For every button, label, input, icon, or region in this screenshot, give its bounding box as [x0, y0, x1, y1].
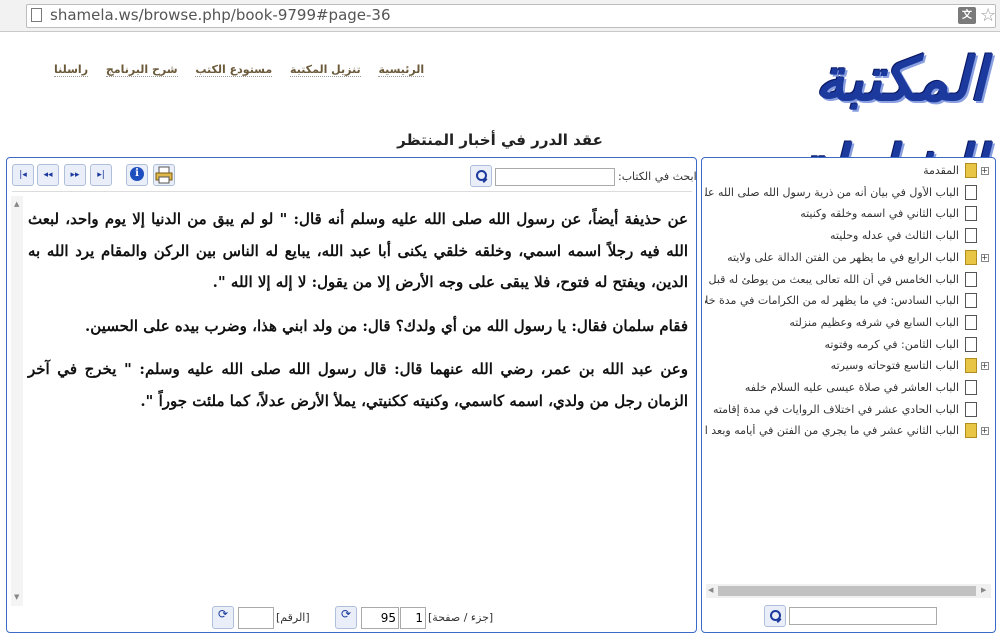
toc-item[interactable]: + المقدمة — [705, 162, 989, 182]
top-nav: الرئيسية تنزيل المكتبة مستودع الكتب شرح … — [40, 63, 425, 77]
folder-icon — [965, 249, 977, 265]
go-to-page-button[interactable]: ⟳ — [335, 606, 357, 629]
page-icon — [965, 380, 977, 395]
juz-page-label: [جزء / صفحة] — [428, 611, 494, 624]
expand-icon[interactable]: + — [981, 167, 989, 175]
number-input[interactable] — [238, 607, 274, 629]
page-icon — [965, 228, 977, 244]
toolbar-divider — [12, 191, 692, 192]
first-page-button[interactable]: |◂ — [12, 164, 34, 186]
toc-item[interactable]: الباب السابع في شرفه وعظيم منزلته — [705, 314, 989, 334]
next-page-button[interactable]: ▸▸ — [64, 164, 86, 186]
toc-item-label[interactable]: الباب الأول في بيان أنه من ذرية رسول الل… — [705, 186, 959, 199]
toc-item-label[interactable]: الباب السادس: في ما يظهر له من الكرامات … — [705, 294, 959, 307]
go-to-number-button[interactable]: ⟳ — [212, 606, 234, 629]
toc-item-label[interactable]: الباب الرابع في ما يظهر من الفتن الدالة … — [727, 251, 959, 264]
nav-contact[interactable]: راسلنا — [54, 63, 89, 77]
toc-item[interactable]: الباب الحادي عشر في اختلاف الروايات في م… — [705, 401, 989, 421]
page-icon — [965, 314, 977, 330]
juz-input[interactable] — [400, 607, 426, 629]
printer-icon — [155, 166, 173, 184]
page-icon — [965, 401, 977, 417]
toc-item[interactable]: الباب العاشر في صلاة عيسى عليه السلام خل… — [705, 379, 989, 399]
refresh-icon: ⟳ — [217, 607, 229, 621]
page-input[interactable] — [361, 607, 399, 629]
toc-search-button[interactable] — [764, 605, 786, 627]
folder-icon — [965, 358, 977, 374]
toc-item[interactable]: الباب الخامس في أن الله تعالى يبعث من يو… — [705, 271, 989, 291]
translate-icon[interactable]: 文 — [958, 7, 976, 24]
toc-item[interactable]: الباب الثالث في عدله وحليته — [705, 227, 989, 247]
bookmark-star-icon[interactable]: ☆ — [980, 5, 996, 26]
info-icon: i — [130, 167, 144, 181]
first-page-icon: |◂ — [19, 170, 27, 180]
text-paragraph: فقام سلمان فقال: يا رسول الله من أي ولدك… — [85, 316, 688, 335]
toc-item-label[interactable]: الباب الثاني في اسمه وخلقه وكنيته — [800, 207, 959, 220]
previous-page-button[interactable]: ◂◂ — [37, 164, 59, 186]
book-search-input[interactable] — [495, 168, 615, 186]
toc-search-input[interactable] — [789, 607, 937, 625]
toc-item-label[interactable]: الباب الثامن: في كرمه وفتوته — [824, 338, 959, 351]
toc-item[interactable]: + الباب الرابع في ما يظهر من الفتن الدالة… — [705, 249, 989, 269]
number-label: [الرقم] — [276, 611, 310, 624]
toc-item[interactable]: + الباب التاسع فتوحاته وسيرته — [705, 357, 989, 377]
last-page-icon: ▸| — [97, 170, 105, 180]
toc-item[interactable]: الباب السادس: في ما يظهر له من الكرامات … — [705, 292, 989, 312]
text-paragraph: عن حذيفة أيضاً، عن رسول الله صلى الله عل… — [28, 210, 688, 291]
scroll-right-arrow-icon[interactable]: ▶ — [981, 586, 986, 594]
page-icon — [31, 8, 42, 22]
page-icon — [965, 271, 977, 287]
text-paragraph: وعن عبد الله بن عمر، رضي الله عنهما قال:… — [28, 360, 688, 410]
toc-item-label[interactable]: الباب الخامس في أن الله تعالى يبعث من يو… — [705, 273, 959, 286]
book-title: عقد الدرر في أخبار المنتظر — [397, 131, 603, 149]
scroll-left-arrow-icon[interactable]: ◀ — [708, 586, 713, 594]
expand-icon[interactable]: + — [981, 427, 989, 436]
nav-books-repo[interactable]: مستودع الكتب — [195, 63, 273, 77]
folder-icon — [965, 423, 977, 439]
toc-item[interactable]: الباب الثاني في اسمه وخلقه وكنيته — [705, 205, 989, 225]
next-page-icon: ▸▸ — [70, 170, 80, 180]
page-icon — [965, 336, 977, 352]
toc-tree: + المقدمة الباب الأول في بيان أنه من ذرية … — [705, 162, 991, 582]
last-page-button[interactable]: ▸| — [90, 164, 112, 186]
toc-item-label[interactable]: الباب الحادي عشر في اختلاف الروايات في م… — [713, 403, 959, 416]
folder-icon — [965, 163, 977, 178]
page-icon — [965, 206, 977, 222]
toc-item-label[interactable]: الباب التاسع فتوحاته وسيرته — [831, 359, 959, 372]
content-scrollbar[interactable] — [11, 196, 23, 606]
page-icon — [965, 293, 977, 309]
toc-item-label[interactable]: المقدمة — [923, 164, 959, 177]
toc-item-label[interactable]: الباب الثاني عشر في ما يجري من الفتن في … — [705, 424, 959, 437]
nav-help[interactable]: شرح البرنامج — [105, 63, 178, 77]
scroll-down-arrow-icon[interactable]: ▼ — [14, 593, 19, 601]
nav-download[interactable]: تنزيل المكتبة — [290, 63, 361, 77]
scrollbar-thumb[interactable] — [718, 586, 976, 596]
print-button[interactable] — [153, 164, 175, 186]
toc-item-label[interactable]: الباب السابع في شرفه وعظيم منزلته — [789, 316, 959, 329]
toc-item[interactable]: + الباب الثاني عشر في ما يجري من الفتن في… — [705, 422, 989, 442]
toc-item-label[interactable]: الباب الثالث في عدله وحليته — [830, 229, 959, 242]
toc-item[interactable]: الباب الأول في بيان أنه من ذرية رسول الل… — [705, 184, 989, 204]
site-logo[interactable]: المكتبة الشاملة — [690, 36, 987, 203]
previous-page-icon: ◂◂ — [43, 170, 53, 180]
nav-home[interactable]: الرئيسية — [378, 63, 425, 77]
refresh-icon: ⟳ — [340, 607, 352, 621]
book-text: عن حذيفة أيضاً، عن رسول الله صلى الله عل… — [28, 204, 688, 429]
scroll-up-arrow-icon[interactable]: ▲ — [14, 200, 19, 208]
page-icon — [965, 184, 977, 200]
book-search-label: ابحث في الكتاب: — [618, 170, 697, 183]
expand-icon[interactable]: + — [981, 362, 989, 371]
toc-item[interactable]: الباب الثامن: في كرمه وفتوته — [705, 336, 989, 356]
toc-item-label[interactable]: الباب العاشر في صلاة عيسى عليه السلام خل… — [745, 381, 959, 394]
expand-icon[interactable]: + — [981, 253, 989, 262]
url-text[interactable]: shamela.ws/browse.php/book-9799#page-36 — [50, 6, 391, 24]
book-search-button[interactable] — [470, 165, 492, 187]
